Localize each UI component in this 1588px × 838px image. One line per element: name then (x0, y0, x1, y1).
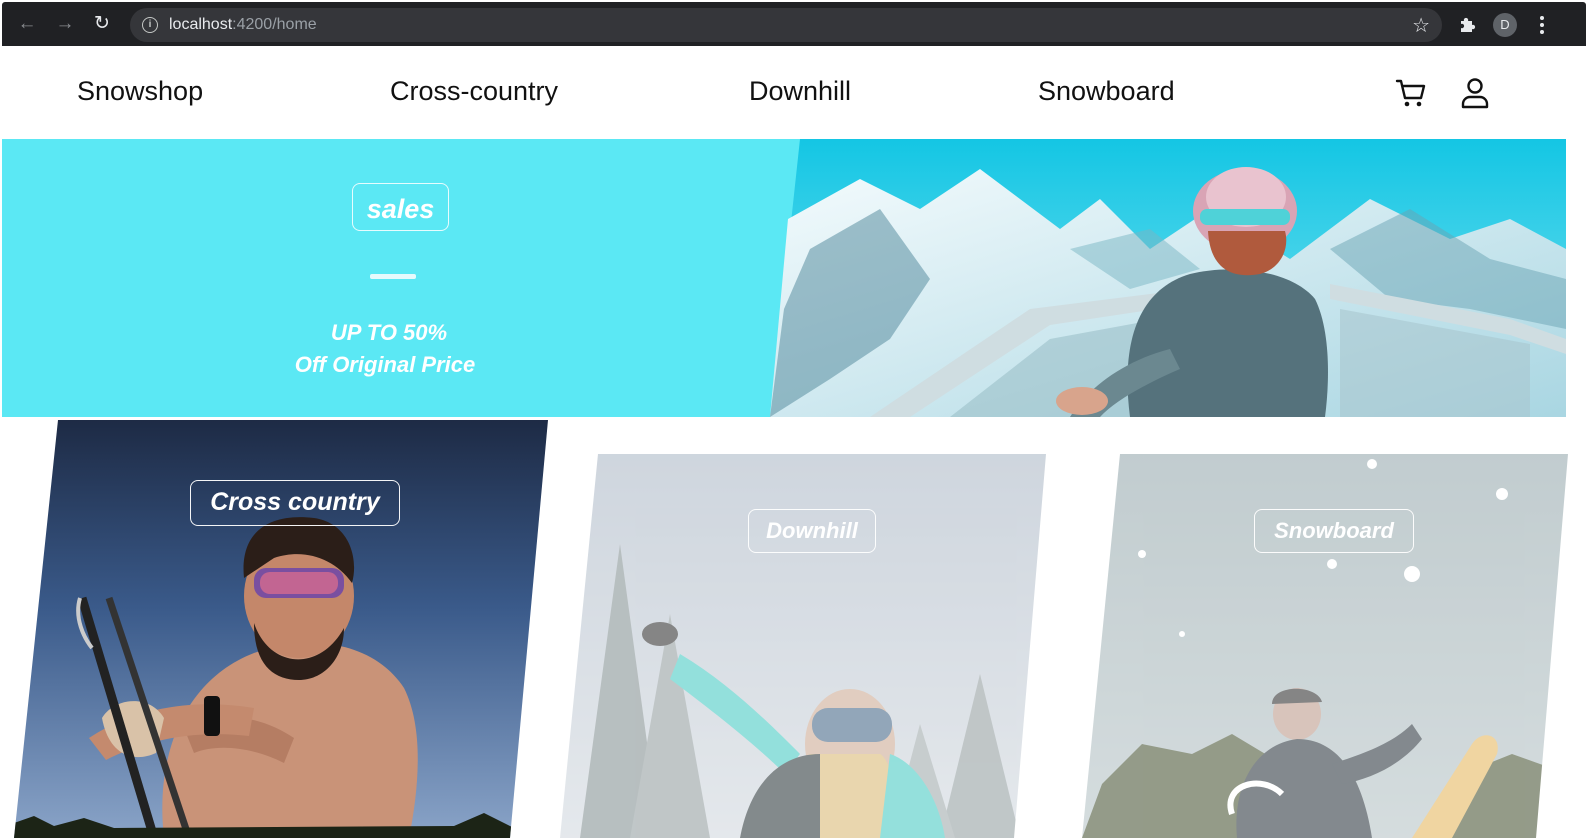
nav-link-snowboard[interactable]: Snowboard (1038, 76, 1175, 107)
category-card-cross-country[interactable]: Cross country (14, 420, 548, 838)
browser-menu-icon[interactable] (1535, 14, 1549, 36)
forward-arrow-icon[interactable]: → (54, 13, 76, 35)
cart-icon[interactable] (1394, 76, 1428, 110)
category-label-snowboard: Snowboard (1254, 509, 1414, 553)
address-bar[interactable]: i localhost:4200/home ☆ (130, 8, 1442, 42)
url-host: localhost (169, 16, 233, 33)
user-account-icon[interactable] (1458, 76, 1492, 110)
bookmark-star-icon[interactable]: ☆ (1412, 13, 1430, 38)
sales-headline: UP TO 50% (330, 320, 448, 345)
site-info-icon[interactable]: i (142, 17, 158, 33)
category-card-downhill[interactable]: Downhill (560, 454, 1046, 838)
site-header: Snowshop Cross-country Downhill Snowboar… (0, 46, 1588, 138)
divider (370, 274, 416, 279)
sales-subheadline: Off Original Price (294, 352, 476, 377)
hero-mountain-photo (770, 139, 1566, 417)
reload-icon[interactable]: ↻ (91, 13, 113, 35)
sales-hero-banner[interactable]: sales UP TO 50% Off Original Price (2, 139, 1566, 417)
category-card-snowboard[interactable]: Snowboard (1082, 454, 1568, 838)
browser-toolbar: ← → ↻ i localhost:4200/home ☆ D (2, 2, 1586, 46)
nav-link-cross-country[interactable]: Cross-country (390, 76, 558, 107)
category-label-cross-country: Cross country (190, 480, 400, 526)
url-path: :4200/home (232, 16, 317, 33)
category-label-downhill: Downhill (748, 509, 876, 553)
sales-badge: sales (352, 183, 449, 231)
profile-avatar[interactable]: D (1493, 13, 1517, 37)
category-cards: Cross country Downhill Snowboard (0, 418, 1588, 838)
back-arrow-icon[interactable]: ← (16, 13, 38, 35)
nav-link-downhill[interactable]: Downhill (749, 76, 851, 107)
sales-badge-label: sales (366, 194, 435, 224)
extensions-puzzle-icon[interactable] (1458, 14, 1478, 34)
url-text[interactable]: localhost:4200/home (169, 16, 317, 34)
brand-link[interactable]: Snowshop (77, 76, 203, 107)
